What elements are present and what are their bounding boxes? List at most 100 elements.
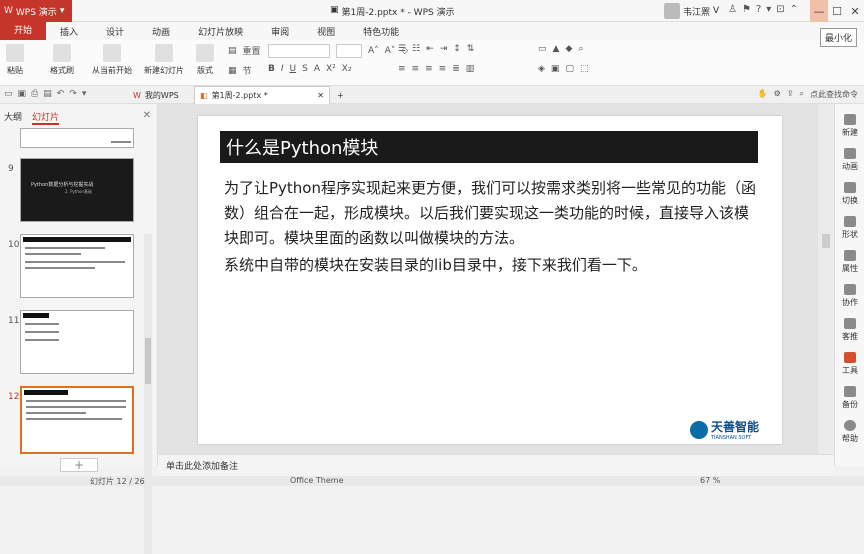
undo-icon[interactable]: ↶ — [57, 89, 65, 99]
justify-icon[interactable]: ≡ — [439, 64, 447, 74]
help-icon[interactable]: ? — [756, 4, 761, 15]
subscript-icon[interactable]: X₂ — [342, 64, 352, 74]
close-icon[interactable]: ✕ — [317, 91, 324, 100]
sidebar-backup[interactable]: 备份 — [835, 386, 864, 410]
italic-icon[interactable]: I — [281, 64, 284, 74]
arrange-icon[interactable]: ▣ — [551, 64, 560, 74]
slide-title[interactable]: 什么是Python模块 — [220, 131, 758, 163]
new-tab-button[interactable]: + — [332, 86, 349, 104]
slide-thumbnail-10[interactable] — [20, 234, 134, 298]
line-spacing-icon[interactable]: ↕ — [453, 44, 461, 54]
close-icon[interactable]: ✕ — [143, 110, 151, 121]
sidebar-collaborate[interactable]: 协作 — [835, 284, 864, 308]
font-color-icon[interactable]: A — [314, 64, 320, 74]
format-painter-button[interactable]: 格式刷 — [50, 44, 74, 76]
restore-icon[interactable]: ⊡ — [776, 4, 784, 15]
tab-my-wps[interactable]: W 我的WPS — [128, 86, 184, 104]
picture-icon[interactable]: ▲ — [553, 44, 560, 54]
from-current-button[interactable]: 从当前开始 — [92, 44, 132, 76]
fill-icon[interactable]: ◆ — [565, 44, 572, 54]
sidebar-help[interactable]: 帮助 — [835, 420, 864, 444]
sidebar-properties[interactable]: 属性 — [835, 250, 864, 274]
columns-icon[interactable]: ▥ — [466, 64, 475, 74]
minimize-button[interactable]: — — [810, 0, 828, 22]
shirt-icon[interactable]: ⚑ — [742, 4, 751, 15]
slide[interactable]: 什么是Python模块 为了让Python程序实现起来更方便，我们可以按需求类别… — [198, 116, 782, 444]
number-list-icon[interactable]: ☷ — [412, 44, 420, 54]
scroll-knob[interactable] — [145, 338, 151, 384]
layout-button[interactable]: 版式 — [196, 44, 214, 76]
menu-features[interactable]: 特色功能 — [349, 25, 413, 38]
hand-icon[interactable]: ✋ — [758, 89, 768, 100]
print-icon[interactable]: ⎙ — [31, 89, 38, 99]
menu-view[interactable]: 视图 — [303, 25, 349, 38]
distribute-icon[interactable]: ≣ — [452, 64, 460, 74]
sidebar-animation[interactable]: 动画 — [835, 148, 864, 172]
grow-font-icon[interactable]: A˄ — [368, 46, 379, 56]
close-button[interactable]: ✕ — [846, 0, 864, 22]
redo-icon[interactable]: ↷ — [69, 89, 77, 99]
superscript-icon[interactable]: X² — [326, 64, 336, 74]
bold-icon[interactable]: B — [268, 64, 275, 74]
settings-icon[interactable]: ⚙ — [774, 89, 781, 100]
skin-icon[interactable]: ♙ — [728, 4, 737, 15]
save-icon[interactable]: ▣ — [18, 89, 27, 99]
sidebar-shape[interactable]: 形状 — [835, 216, 864, 240]
tab-slides[interactable]: 幻灯片 — [32, 110, 60, 125]
indent-increase-icon[interactable]: ⇥ — [440, 44, 448, 54]
sidebar-transition[interactable]: 切换 — [835, 182, 864, 206]
search-icon[interactable]: ⌕ — [800, 89, 804, 100]
menu-animation[interactable]: 动画 — [138, 25, 184, 38]
chevron-down-icon[interactable]: ▾ — [766, 4, 771, 15]
options-icon[interactable]: ⌃ — [790, 4, 798, 15]
share-icon[interactable]: ⇪ — [787, 89, 794, 100]
slide-thumbnail-9[interactable]: Python数据分析与挖掘实战 2. Python基础 — [20, 158, 134, 222]
slide-thumbnail-8[interactable] — [20, 128, 134, 148]
shrink-font-icon[interactable]: A˅ — [385, 46, 396, 56]
slides-scrollbar[interactable] — [144, 234, 152, 554]
sidebar-tools[interactable]: 工具 — [835, 352, 864, 376]
open-icon[interactable]: ▭ — [4, 89, 13, 99]
indent-decrease-icon[interactable]: ⇤ — [426, 44, 434, 54]
paste-button[interactable]: 粘贴 — [6, 44, 24, 76]
canvas-scrollbar[interactable] — [818, 104, 834, 454]
align-right-icon[interactable]: ≡ — [425, 64, 433, 74]
zoom-level[interactable]: 67 % — [700, 476, 720, 485]
menu-slideshow[interactable]: 幻灯片放映 — [184, 25, 257, 38]
font-size-field[interactable] — [336, 44, 362, 58]
textbox-icon[interactable]: ▭ — [538, 44, 547, 54]
slide-thumbnail-11[interactable] — [20, 310, 134, 374]
underline-icon[interactable]: U — [290, 64, 297, 74]
user-account[interactable]: 韦江罴 V — [664, 3, 719, 19]
tab-outline[interactable]: 大纲 — [4, 110, 22, 125]
maximize-button[interactable]: ☐ — [828, 0, 846, 22]
app-menu-button[interactable]: W WPS 演示 ▾ — [0, 0, 72, 22]
chevron-down-icon[interactable]: ▾ — [82, 89, 87, 99]
menu-insert[interactable]: 插入 — [46, 25, 92, 38]
sidebar-new[interactable]: 新建 — [835, 114, 864, 138]
find-icon[interactable]: ⌕ — [578, 44, 583, 54]
menu-design[interactable]: 设计 — [92, 25, 138, 38]
menu-review[interactable]: 审阅 — [257, 25, 303, 38]
sidebar-service[interactable]: 客推 — [835, 318, 864, 342]
section-button[interactable]: ▦ 节 — [228, 64, 252, 78]
command-search[interactable]: 点此查找命令 — [810, 89, 858, 100]
font-name-field[interactable] — [268, 44, 330, 58]
preview-icon[interactable]: ▤ — [43, 89, 52, 99]
new-slide-button[interactable]: 新建幻灯片 — [144, 44, 184, 76]
select-icon[interactable]: ⬚ — [580, 64, 589, 74]
slide-thumbnail-12[interactable] — [20, 386, 134, 454]
slide-body[interactable]: 为了让Python程序实现起来更方便，我们可以按需求类别将一些常见的功能（函数）… — [224, 176, 759, 278]
align-left-icon[interactable]: ≡ — [398, 64, 406, 74]
align-center-icon[interactable]: ≡ — [412, 64, 420, 74]
reset-button[interactable]: ▤ 重置 — [228, 44, 261, 58]
text-direction-icon[interactable]: ⇅ — [467, 44, 475, 54]
bullet-list-icon[interactable]: ☰ — [398, 44, 406, 54]
scroll-knob[interactable] — [822, 234, 830, 248]
add-slide-button[interactable]: + — [60, 458, 98, 472]
notes-area[interactable]: 单击此处添加备注 — [158, 454, 834, 476]
menu-home[interactable]: 开始 — [0, 22, 47, 40]
outline-icon[interactable]: ▢ — [565, 64, 574, 74]
tab-document[interactable]: ◧ 第1周-2.pptx * ✕ — [194, 86, 330, 104]
strikethrough-icon[interactable]: S — [302, 64, 308, 74]
